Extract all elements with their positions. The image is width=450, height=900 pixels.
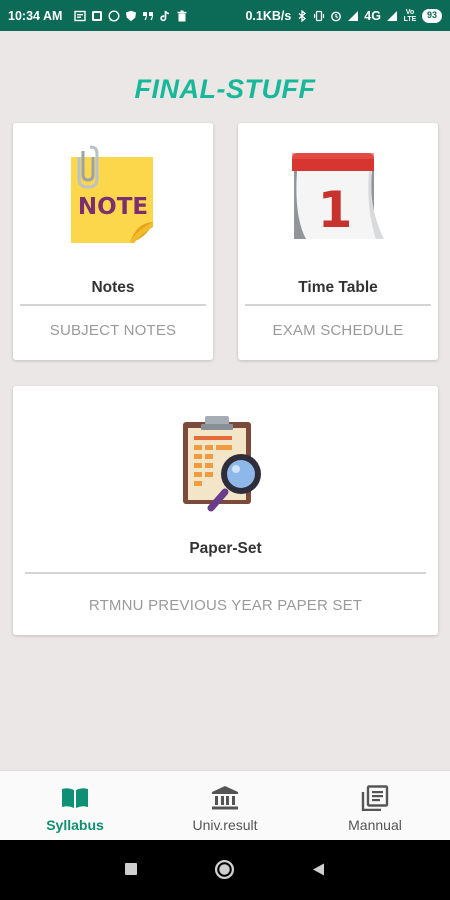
volte-label: Vo LTE (403, 8, 417, 23)
paperset-card[interactable]: Paper-Set RTMNU PREVIOUS YEAR PAPER SET (13, 386, 438, 635)
paperset-card-title: Paper-Set (189, 540, 262, 557)
nav-item-syllabus[interactable]: Syllabus (0, 771, 150, 840)
status-bar: 10:34 AM 0.1KB/s 4G Vo LTE 93 (0, 0, 450, 31)
trash-icon (177, 10, 187, 21)
clipboard-search-icon (183, 416, 261, 512)
timetable-card[interactable]: 1 Time Table EXAM SCHEDULE (238, 123, 438, 360)
nav-label-mannual: Mannual (348, 817, 402, 833)
battery-indicator: 93 (421, 8, 442, 23)
nav-label-univ-result: Univ.result (192, 817, 258, 833)
paperset-card-divider (25, 572, 426, 574)
notes-card[interactable]: NOTE Notes SUBJECT NOTES (13, 123, 213, 360)
notes-card-divider (20, 304, 206, 306)
nav-item-mannual[interactable]: Mannual (300, 771, 450, 840)
alarm-icon (331, 11, 342, 21)
timetable-card-divider (245, 304, 431, 306)
app-title: FINAL-STUFF (134, 74, 316, 104)
nav-label-syllabus: Syllabus (46, 817, 104, 833)
recents-button-icon[interactable] (124, 862, 138, 876)
notification-icon (92, 10, 103, 21)
network-type: 4G (364, 8, 381, 23)
timetable-card-subtitle: EXAM SCHEDULE (272, 322, 404, 339)
tiktok-icon (160, 10, 170, 21)
home-button-icon[interactable] (214, 859, 235, 880)
signal-icon (386, 10, 397, 21)
library-books-icon (361, 785, 389, 811)
network-speed: 0.1KB/s (245, 8, 292, 23)
vibrate-icon (314, 10, 325, 21)
status-time: 10:34 AM (8, 8, 63, 23)
bank-icon (212, 786, 238, 810)
calendar-icon: 1 (292, 153, 384, 239)
quote-icon (143, 11, 154, 20)
nav-item-univ-result[interactable]: Univ.result (150, 771, 300, 840)
note-icon: NOTE (71, 145, 153, 243)
bottom-navigation: Syllabus Univ.result Mannual (0, 770, 450, 840)
note-icon-label: NOTE (78, 194, 148, 220)
timetable-card-title: Time Table (298, 279, 378, 296)
calendar-icon-label: 1 (318, 181, 353, 239)
book-open-icon (62, 788, 88, 808)
whatsapp-icon (108, 9, 120, 22)
shield-icon (126, 10, 137, 21)
signal-icon (348, 10, 359, 21)
message-icon (74, 10, 87, 21)
paperset-card-subtitle: RTMNU PREVIOUS YEAR PAPER SET (88, 597, 363, 614)
notes-card-title: Notes (91, 279, 135, 296)
back-button-icon[interactable] (311, 862, 325, 877)
bluetooth-icon (298, 9, 307, 22)
notes-card-subtitle: SUBJECT NOTES (49, 322, 177, 339)
system-navigation-bar (0, 840, 450, 900)
